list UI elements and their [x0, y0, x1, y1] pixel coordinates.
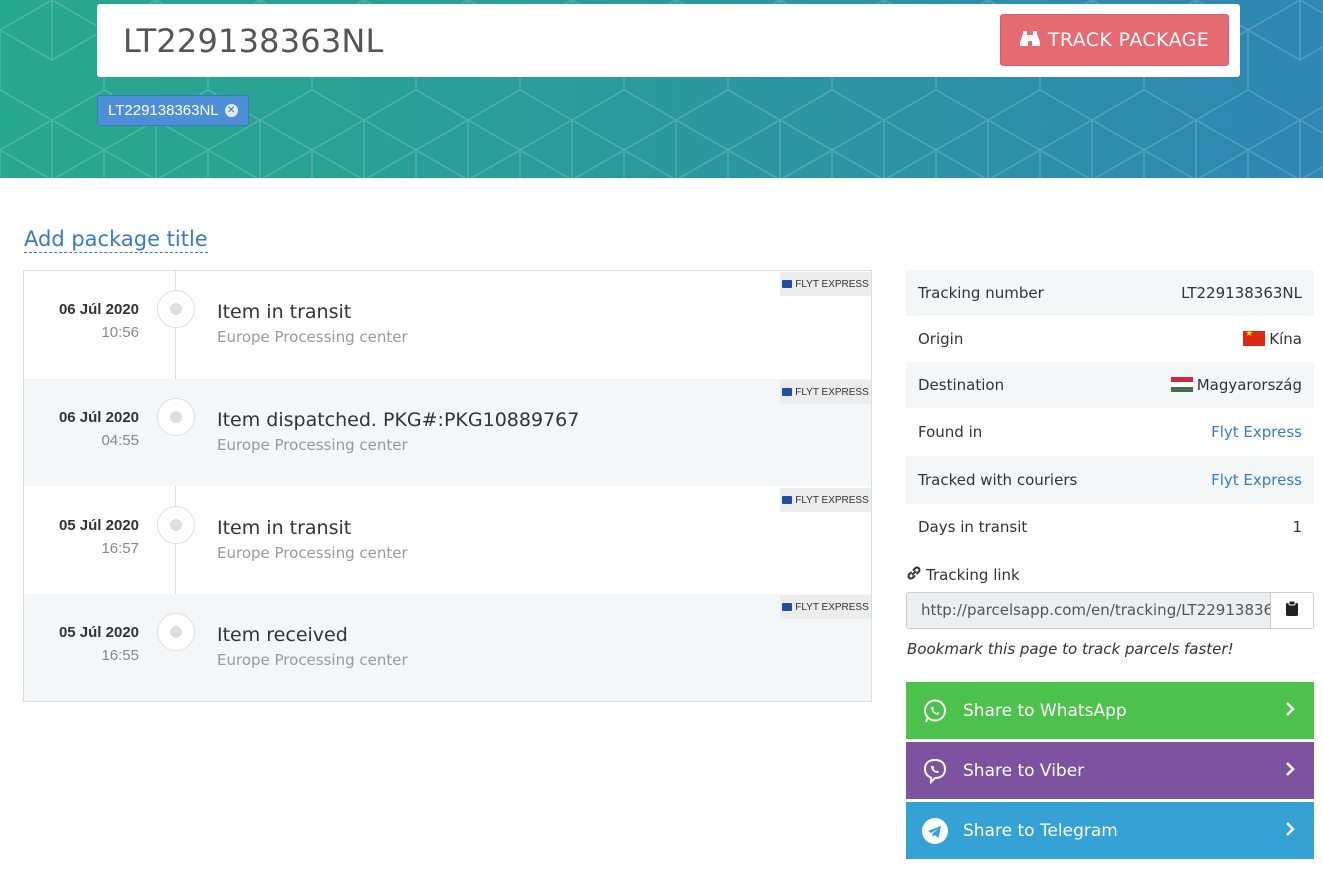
event-date: 05 Júl 2020 — [58, 517, 139, 534]
timeline-dot — [157, 398, 195, 436]
event-date: 05 Júl 2020 — [58, 624, 139, 641]
info-label: Tracking number — [918, 284, 1044, 302]
share-telegram-label: Share to Telegram — [963, 820, 1118, 841]
binoculars-icon — [1019, 29, 1040, 52]
event-location: Europe Processing center — [217, 436, 408, 454]
viber-icon — [906, 757, 963, 785]
event-title: Item received — [217, 624, 348, 646]
search-box: LT229138363NL TRACK PACKAGE — [97, 4, 1240, 77]
share-viber-label: Share to Viber — [963, 760, 1085, 781]
tracked-with-courier-link[interactable]: Flyt Express — [1211, 471, 1302, 489]
timeline-dot — [157, 613, 195, 651]
event-title: Item dispatched. PKG#:PKG10889767 — [217, 409, 580, 431]
event-location: Europe Processing center — [217, 328, 408, 346]
timeline-event: 06 Júl 2020 04:55 Item dispatched. PKG#:… — [24, 379, 871, 486]
add-package-title-link[interactable]: Add package title — [24, 227, 208, 253]
close-icon[interactable]: ✕ — [224, 104, 238, 117]
telegram-icon — [906, 817, 963, 845]
track-package-button[interactable]: TRACK PACKAGE — [1000, 14, 1229, 66]
courier-name: FLYT EXPRESS — [795, 386, 869, 398]
courier-logo-icon — [782, 388, 793, 396]
link-icon — [906, 565, 922, 585]
chevron-right-icon — [1284, 820, 1296, 843]
track-package-label: TRACK PACKAGE — [1047, 29, 1210, 51]
info-label: Found in — [918, 423, 983, 441]
timeline-dot — [157, 290, 195, 328]
tracking-number-input[interactable]: LT229138363NL — [123, 22, 384, 60]
share-whatsapp-label: Share to WhatsApp — [963, 700, 1127, 721]
timeline-dot — [157, 506, 195, 544]
event-time: 04:55 — [101, 432, 139, 449]
package-info-table: Tracking number LT229138363NL Origin Kín… — [906, 270, 1314, 550]
hungary-flag-icon — [1170, 377, 1193, 392]
info-label: Origin — [918, 330, 964, 348]
header-banner: LT229138363NL TRACK PACKAGE LT229138363N… — [0, 0, 1323, 178]
chevron-right-icon — [1284, 700, 1296, 723]
tracking-link-field: http://parcelsapp.com/en/tracking/LT2291… — [906, 592, 1314, 629]
info-label: Days in transit — [918, 518, 1028, 536]
event-time: 16:55 — [101, 647, 139, 664]
courier-logo-icon — [782, 603, 793, 611]
tracking-tag[interactable]: LT229138363NL ✕ — [97, 95, 249, 126]
info-value: Magyarország — [1196, 376, 1302, 394]
info-row-tracked-with: Tracked with couriers Flyt Express — [906, 456, 1314, 504]
courier-badge: FLYT EXPRESS — [780, 488, 871, 512]
clipboard-icon — [1285, 600, 1299, 622]
event-title: Item in transit — [217, 517, 352, 539]
info-row-tracking-number: Tracking number LT229138363NL — [906, 270, 1314, 316]
chevron-right-icon — [1284, 760, 1296, 783]
courier-logo-icon — [782, 280, 793, 288]
tracking-link-text: Tracking link — [926, 566, 1020, 584]
event-date: 06 Júl 2020 — [58, 409, 139, 426]
info-row-days-in-transit: Days in transit 1 — [906, 504, 1314, 550]
timeline-event: 05 Júl 2020 16:55 Item received Europe P… — [24, 594, 871, 701]
info-label: Tracked with couriers — [918, 471, 1078, 489]
info-value: 1 — [1292, 518, 1302, 536]
found-in-courier-link[interactable]: Flyt Express — [1211, 423, 1302, 441]
courier-name: FLYT EXPRESS — [795, 278, 869, 290]
china-flag-icon — [1243, 329, 1266, 346]
tracking-url-input[interactable]: http://parcelsapp.com/en/tracking/LT2291… — [907, 593, 1270, 628]
tracking-link-label: Tracking link — [906, 565, 1020, 585]
courier-badge: FLYT EXPRESS — [780, 272, 871, 296]
share-viber-button[interactable]: Share to Viber — [906, 742, 1314, 799]
courier-name: FLYT EXPRESS — [795, 494, 869, 506]
tracking-timeline: 06 Júl 2020 10:56 Item in transit Europe… — [23, 270, 872, 702]
courier-badge: FLYT EXPRESS — [780, 380, 871, 404]
timeline-event: 06 Júl 2020 10:56 Item in transit Europe… — [24, 271, 871, 378]
bookmark-note: Bookmark this page to track parcels fast… — [907, 640, 1234, 658]
share-telegram-button[interactable]: Share to Telegram — [906, 802, 1314, 859]
courier-badge: FLYT EXPRESS — [780, 595, 871, 619]
whatsapp-icon — [906, 698, 963, 724]
tracking-tag-label: LT229138363NL — [108, 102, 219, 119]
event-location: Europe Processing center — [217, 544, 408, 562]
info-label: Destination — [918, 376, 1005, 394]
info-row-found-in: Found in Flyt Express — [906, 408, 1314, 456]
courier-logo-icon — [782, 496, 793, 504]
event-time: 16:57 — [101, 540, 139, 557]
info-row-origin: Origin Kína — [906, 316, 1314, 362]
event-title: Item in transit — [217, 301, 352, 323]
copy-link-button[interactable] — [1270, 593, 1313, 628]
info-value: Kína — [1269, 330, 1302, 348]
courier-name: FLYT EXPRESS — [795, 601, 869, 613]
timeline-event: 05 Júl 2020 16:57 Item in transit Europe… — [24, 487, 871, 594]
event-location: Europe Processing center — [217, 651, 408, 669]
event-date: 06 Júl 2020 — [58, 301, 139, 318]
event-time: 10:56 — [101, 324, 139, 341]
info-value: LT229138363NL — [1181, 284, 1302, 302]
share-whatsapp-button[interactable]: Share to WhatsApp — [906, 682, 1314, 739]
info-row-destination: Destination Magyarország — [906, 362, 1314, 408]
